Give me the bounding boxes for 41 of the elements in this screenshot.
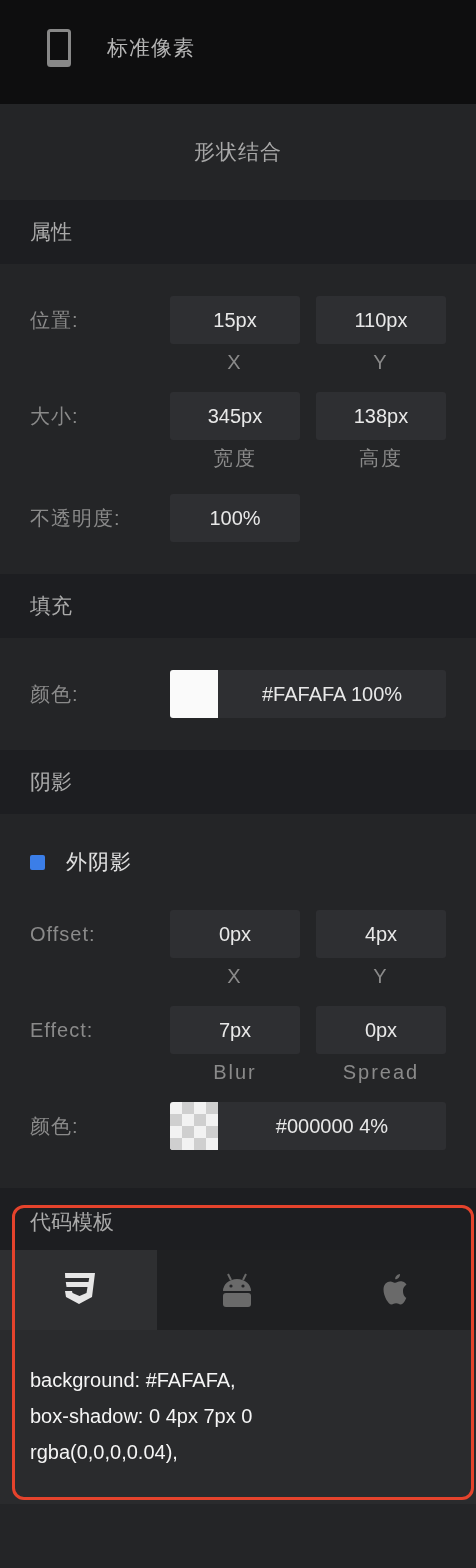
field-label: 大小: [30,404,80,429]
field-label: 不透明度: [30,506,122,531]
phone-icon[interactable] [47,29,71,67]
color-field[interactable]: #FAFAFA 100% [170,670,446,718]
input-field[interactable]: 110px [316,296,446,344]
device-label: 标准像素 [107,35,195,61]
color-field[interactable]: #000000 4% [170,1102,446,1150]
input-field[interactable]: 100% [170,494,300,542]
field-label: 位置: [30,308,80,333]
panel-title: 形状结合 [193,139,283,165]
field-caption: Y [373,350,389,374]
field-caption: 高度 [359,446,403,470]
section-header: 阴影 [0,750,476,814]
field-label: 颜色: [30,1114,80,1139]
field-caption: Spread [342,1060,420,1084]
transparency-swatch[interactable] [170,1102,218,1150]
field-caption: X [227,350,243,374]
input-field[interactable]: 0px [170,910,300,958]
section-header: 代码模板 [0,1188,476,1250]
code-tab[interactable] [0,1250,157,1330]
section-header: 填充 [0,574,476,638]
input-field[interactable]: 7px [170,1006,300,1054]
field-caption: 宽度 [213,446,257,470]
code-line: box-shadow: 0 4px 7px 0 [30,1404,254,1429]
field-label: 颜色: [30,682,80,707]
field-label: Offset: [30,922,97,947]
input-field[interactable]: 15px [170,296,300,344]
field-caption: Y [373,964,389,988]
input-field[interactable]: 345px [170,392,300,440]
checkbox-label: 外阴影 [66,849,132,875]
section-header: 属性 [0,200,476,264]
input-field[interactable]: 138px [316,392,446,440]
input-field[interactable]: 4px [316,910,446,958]
field-caption: Blur [213,1060,257,1084]
field-caption: X [227,964,243,988]
field-label: Effect: [30,1018,95,1043]
code-line: rgba(0,0,0,0.04), [30,1440,179,1465]
color-swatch[interactable] [170,670,218,718]
input-field[interactable]: 0px [316,1006,446,1054]
checkbox[interactable] [30,854,45,870]
code-line: background: #FAFAFA, [30,1368,237,1393]
